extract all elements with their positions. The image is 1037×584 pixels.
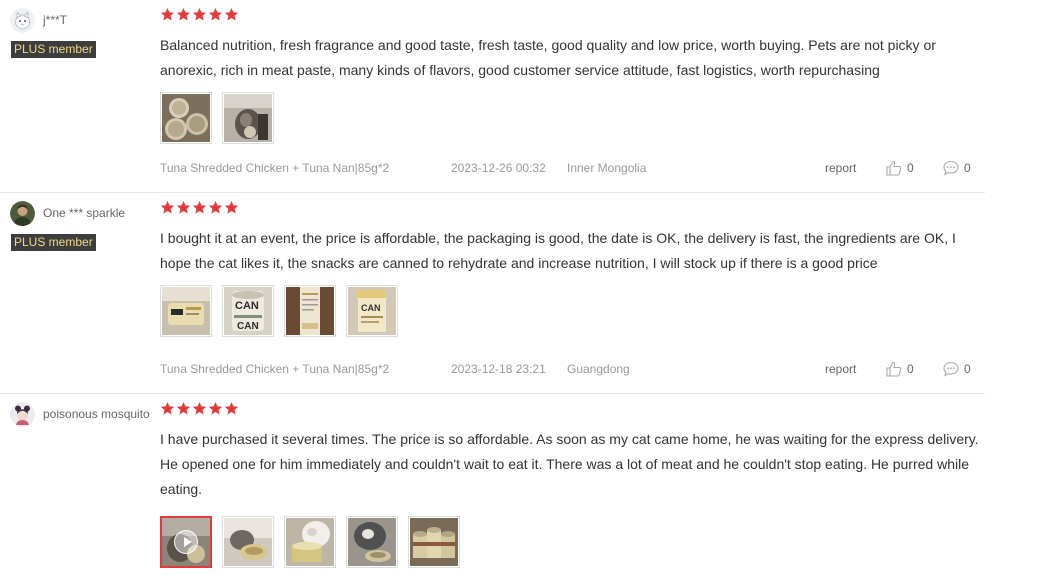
like-count: 0 (907, 161, 914, 175)
review-thumbnail[interactable] (346, 516, 398, 568)
review-text: I bought it at an event, the price is af… (160, 230, 956, 271)
username: One *** sparkle (43, 206, 126, 220)
cat-eating-photo (224, 94, 272, 142)
star-icon (176, 7, 191, 22)
review-region: Inner Mongolia (567, 161, 647, 175)
review-item: j***T PLUS member Balanced nutrition, fr… (0, 0, 985, 193)
review-date: 2023-12-26 00:32 (451, 161, 546, 175)
girl-avatar-icon[interactable] (10, 402, 35, 427)
star-icon (208, 401, 223, 416)
review-thumbnails (160, 516, 470, 568)
review-thumbnail[interactable] (160, 285, 212, 337)
product-variant: Tuna Shredded Chicken + Tuna Nan|85g*2 (160, 362, 390, 376)
thumbs-up-icon (886, 361, 902, 377)
comment-icon (943, 361, 959, 377)
star-rating (160, 401, 240, 417)
cat-bowl-photo (224, 518, 272, 566)
report-link[interactable]: report (825, 362, 856, 376)
review-meta: Tuna Shredded Chicken + Tuna Nan|85g*2 2… (160, 159, 985, 177)
star-icon (208, 7, 223, 22)
star-icon (176, 401, 191, 416)
review-thumbnail[interactable] (222, 516, 274, 568)
play-icon[interactable] (174, 530, 198, 554)
svg-text:CAN: CAN (361, 303, 381, 313)
star-icon (160, 401, 175, 416)
svg-text:CAN: CAN (235, 300, 259, 312)
box-front-photo: CAN (348, 287, 396, 335)
review-thumbnails: CAN CAN CAN (160, 285, 408, 337)
like-button[interactable]: 0 (885, 159, 914, 177)
reviews-list: j***T PLUS member Balanced nutrition, fr… (0, 0, 985, 584)
review-item: poisonous mosquito I have purchased it s… (0, 394, 985, 584)
product-variant: Tuna Shredded Chicken + Tuna Nan|85g*2 (160, 161, 390, 175)
review-thumbnail[interactable] (408, 516, 460, 568)
review-thumbnail[interactable] (284, 285, 336, 337)
star-icon (192, 7, 207, 22)
star-icon (192, 401, 207, 416)
review-text: I have purchased it several times. The p… (160, 431, 979, 497)
can-top-photo: CAN CAN (224, 287, 272, 335)
review-thumbnail[interactable]: CAN CAN (222, 285, 274, 337)
review-thumbnail[interactable] (222, 92, 274, 144)
reply-button[interactable]: 0 (942, 159, 971, 177)
review-thumbnail[interactable] (284, 516, 336, 568)
thumbs-up-icon (886, 160, 902, 176)
review-thumbnails (160, 92, 284, 144)
star-icon (192, 200, 207, 215)
star-icon (160, 200, 175, 215)
star-icon (176, 200, 191, 215)
cat-avatar-icon[interactable] (10, 8, 35, 33)
star-rating (160, 7, 240, 23)
cans-group-photo (410, 518, 458, 566)
star-icon (208, 200, 223, 215)
like-button[interactable]: 0 (885, 360, 914, 378)
star-icon (224, 401, 239, 416)
username: j***T (43, 13, 68, 27)
plus-member-badge: PLUS member (11, 41, 96, 58)
reply-button[interactable]: 0 (942, 360, 971, 378)
review-meta: Tuna Shredded Chicken + Tuna Nan|85g*2 2… (160, 360, 985, 378)
star-icon (160, 7, 175, 22)
review-item: One *** sparkle PLUS member I bought it … (0, 193, 985, 394)
box-side-photo (286, 287, 334, 335)
review-date: 2023-12-18 23:21 (451, 362, 546, 376)
plus-member-badge: PLUS member (11, 234, 96, 251)
username: poisonous mosquito (43, 407, 150, 421)
reply-count: 0 (964, 362, 971, 376)
review-thumbnail[interactable]: CAN (346, 285, 398, 337)
review-text: Balanced nutrition, fresh fragrance and … (160, 37, 936, 78)
can-label-photo (162, 287, 210, 335)
review-thumbnail[interactable] (160, 92, 212, 144)
review-region: Guangdong (567, 362, 630, 376)
report-link[interactable]: report (825, 161, 856, 175)
cat-video-frame (162, 518, 210, 566)
like-count: 0 (907, 362, 914, 376)
star-icon (224, 200, 239, 215)
star-rating (160, 200, 240, 216)
reply-count: 0 (964, 161, 971, 175)
cans-photo (162, 94, 210, 142)
photo-avatar-icon[interactable] (10, 201, 35, 226)
comment-icon (943, 160, 959, 176)
cat-closeup-photo (348, 518, 396, 566)
review-video-thumbnail[interactable] (160, 516, 212, 568)
cat-can-photo (286, 518, 334, 566)
svg-text:CAN: CAN (237, 321, 259, 332)
star-icon (224, 7, 239, 22)
